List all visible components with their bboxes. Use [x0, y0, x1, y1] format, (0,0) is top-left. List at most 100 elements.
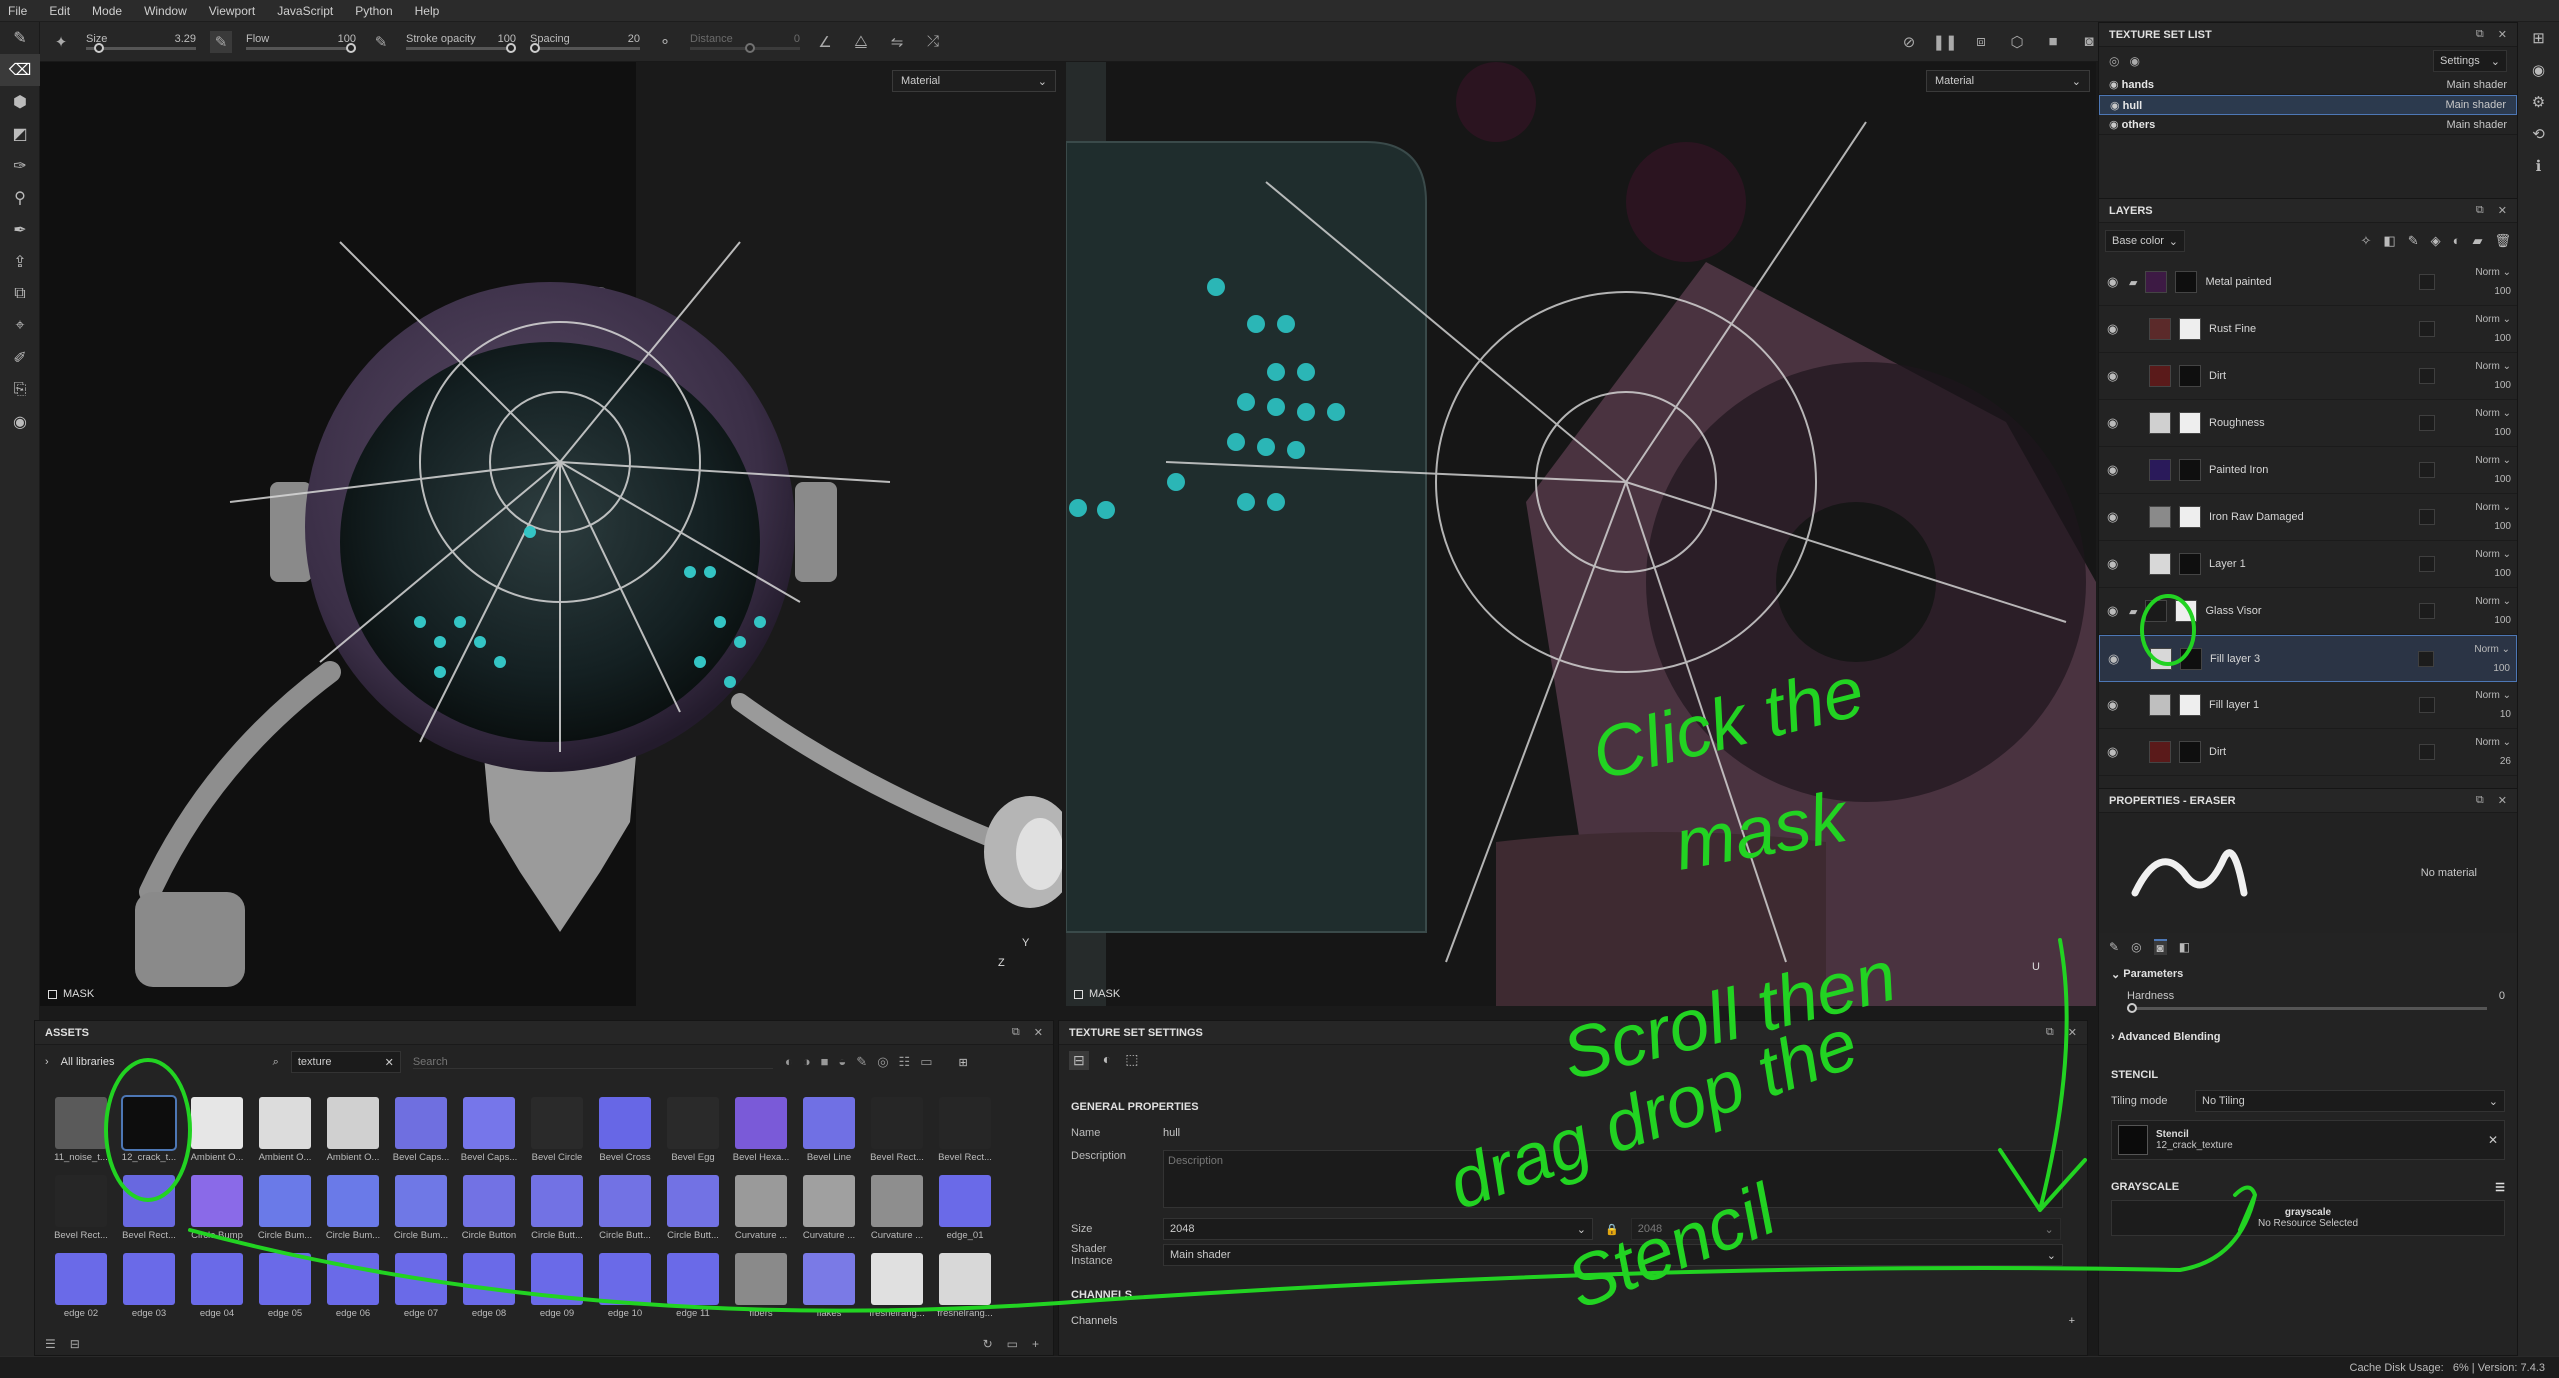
eye-icon[interactable]: ◉ [2107, 368, 2121, 384]
folder-icon[interactable]: ▰ [2129, 605, 2137, 618]
asset-tile[interactable]: Bevel Rect... [931, 1097, 999, 1175]
hardness-slider[interactable] [2127, 1003, 2487, 1013]
texture-filter-icon[interactable]: ■ [821, 1054, 829, 1070]
layer-select-checkbox[interactable] [2419, 462, 2435, 478]
display-icon[interactable]: ◉ [0, 406, 40, 438]
eraser-icon[interactable]: ⌫ [0, 54, 40, 86]
layer-row[interactable]: ◉ Iron Raw Damaged Norm ⌄ 100 [2099, 494, 2517, 541]
blend-mode-select[interactable]: Norm ⌄ [2474, 644, 2510, 655]
layer-opacity[interactable]: 100 [2493, 663, 2510, 674]
tsl-settings-select[interactable]: Settings ⌄ [2433, 50, 2507, 72]
eye-icon[interactable]: ◉ [2107, 274, 2121, 290]
asset-tile[interactable]: edge 11 [659, 1253, 727, 1331]
eye-icon[interactable]: ◉ [2107, 462, 2121, 478]
maximize-icon[interactable]: ⧉ [2046, 1026, 2054, 1039]
alpha-filter-icon[interactable]: ◒ [838, 1054, 846, 1070]
mask-thumbnail[interactable] [2179, 506, 2201, 528]
tab-alpha-icon[interactable]: ◙ [2153, 939, 2167, 955]
asset-tile[interactable]: Bevel Caps... [455, 1097, 523, 1175]
asset-tile[interactable]: 12_crack_t... [115, 1095, 183, 1175]
folder-icon[interactable]: ▭ [1007, 1337, 1018, 1351]
texture-set-icon[interactable]: ⊞ [2518, 22, 2559, 54]
asset-tile[interactable]: Bevel Rect... [47, 1175, 115, 1253]
channel-select[interactable]: Base color ⌄ [2105, 230, 2185, 252]
all-libraries-label[interactable]: All libraries [61, 1056, 261, 1068]
layer-select-checkbox[interactable] [2419, 415, 2435, 431]
picker-icon[interactable]: ✒ [0, 214, 40, 246]
mask-thumbnail[interactable] [2179, 365, 2201, 387]
lazy-mouse-icon[interactable]: ⚬ [654, 31, 676, 53]
layer-opacity[interactable]: 26 [2500, 756, 2511, 767]
tree-icon[interactable]: ⊟ [70, 1337, 80, 1351]
mask-thumbnail[interactable] [2179, 553, 2201, 575]
asset-tile[interactable]: Curvature ... [795, 1175, 863, 1253]
blend-mode-select[interactable]: Norm ⌄ [2475, 455, 2511, 466]
layer-row[interactable]: ◉ Layer 1 Norm ⌄ 100 [2099, 541, 2517, 588]
texture-set-row[interactable]: ◉ others Main shader [2099, 115, 2517, 135]
blend-mode-select[interactable]: Norm ⌄ [2475, 408, 2511, 419]
hide-icon[interactable]: ⊘ [1898, 31, 1920, 53]
size-control[interactable]: Size 3.29 [86, 33, 196, 53]
menu-item-file[interactable]: File [8, 4, 27, 18]
asset-tile[interactable]: edge 03 [115, 1253, 183, 1331]
asset-tile[interactable]: Ambient O... [319, 1097, 387, 1175]
parameters-header[interactable]: ⌄ Parameters [2099, 961, 2517, 987]
add-effect-icon[interactable]: ✧ [2361, 233, 2372, 249]
layer-opacity[interactable]: 100 [2494, 333, 2511, 344]
advanced-blending-header[interactable]: › Advanced Blending [2099, 1024, 2517, 1050]
asset-tile[interactable]: fibers [727, 1253, 795, 1331]
layer-select-checkbox[interactable] [2419, 321, 2435, 337]
texture-set-row[interactable]: ◉ hull Main shader [2099, 95, 2517, 115]
environment-icon[interactable]: ▭ [920, 1054, 932, 1070]
mask-toggle-left[interactable]: MASK [48, 988, 94, 1000]
eye-icon[interactable]: ◉ [2107, 509, 2121, 525]
material-select-right[interactable]: Material ⌄ [1926, 70, 2090, 92]
layer-opacity[interactable]: 100 [2494, 568, 2511, 579]
flow-slider[interactable] [246, 43, 356, 53]
spacing-control[interactable]: Spacing 20 [530, 33, 640, 53]
layer-select-checkbox[interactable] [2419, 368, 2435, 384]
close-icon[interactable]: ✕ [1034, 1026, 1043, 1039]
mask-thumbnail[interactable] [2175, 271, 2198, 293]
layer-select-checkbox[interactable] [2419, 697, 2435, 713]
mask-thumbnail[interactable] [2179, 694, 2201, 716]
tab-brush-icon[interactable]: ✎ [2109, 940, 2119, 954]
eye-icon[interactable]: ◉ [2108, 651, 2122, 667]
viewport-2d[interactable]: U Material ⌄ MASK [1066, 62, 2096, 1006]
asset-tile[interactable]: edge 07 [387, 1253, 455, 1331]
layer-row[interactable]: ◉ ▰ Glass Visor Norm ⌄ 100 [2099, 588, 2517, 635]
pen-pressure-icon-2[interactable]: ✎ [370, 31, 392, 53]
spacing-slider[interactable] [530, 43, 640, 53]
particle-filter-icon[interactable]: ◎ [877, 1054, 888, 1070]
asset-tile[interactable]: Circle Bum... [319, 1175, 387, 1253]
mask-thumbnail[interactable] [2179, 459, 2201, 481]
asset-tile[interactable]: 11_noise_t... [47, 1097, 115, 1175]
layer-opacity[interactable]: 100 [2494, 474, 2511, 485]
close-icon[interactable]: ✕ [2498, 204, 2507, 217]
maximize-icon[interactable]: ⧉ [2476, 794, 2484, 807]
stroke-opacity-slider[interactable] [406, 43, 516, 53]
shader-settings-icon[interactable]: ⚙ [2518, 86, 2559, 118]
menu-item-edit[interactable]: Edit [49, 4, 70, 18]
asset-tile[interactable]: Bevel Hexa... [727, 1097, 795, 1175]
visibility-mode-icon[interactable]: ◎ [2109, 54, 2119, 68]
asset-tile[interactable]: Bevel Caps... [387, 1097, 455, 1175]
angle-icon[interactable]: ∠ [814, 31, 836, 53]
clear-icon[interactable]: ✕ [385, 1056, 394, 1069]
asset-tile[interactable]: Ambient O... [183, 1097, 251, 1175]
asset-tile[interactable]: edge_01 [931, 1175, 999, 1253]
split-view-icon[interactable]: ⧈ [1970, 31, 1992, 53]
asset-tile[interactable]: Bevel Circle [523, 1097, 591, 1175]
asset-tile[interactable]: Curvature ... [727, 1175, 795, 1253]
symmetry-icon[interactable]: ⧋ [850, 31, 872, 53]
paint-brush-icon[interactable]: ✎ [0, 22, 40, 54]
display-settings-icon[interactable]: ◉ [2518, 54, 2559, 86]
layer-opacity[interactable]: 100 [2494, 286, 2511, 297]
eye-icon[interactable]: ◉ [2109, 79, 2122, 91]
asset-tile[interactable]: Circle Bump [183, 1175, 251, 1253]
asset-tile[interactable]: Circle Button [455, 1175, 523, 1253]
eye-icon[interactable]: ◉ [2129, 54, 2139, 68]
flow-control[interactable]: Flow 100 [246, 33, 356, 53]
material-select-left[interactable]: Material ⌄ [892, 70, 1056, 92]
eye-icon[interactable]: ◉ [2107, 415, 2121, 431]
